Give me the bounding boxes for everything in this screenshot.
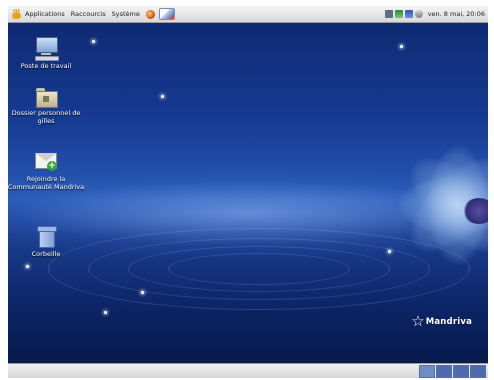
network-icon[interactable]: [394, 10, 403, 18]
computer-icon: [34, 37, 59, 61]
workspace-4[interactable]: [470, 365, 486, 378]
desktop-icon-home[interactable]: Dossier personnel de gilles: [8, 88, 88, 125]
foot-icon[interactable]: [11, 8, 22, 20]
home-folder-icon: [35, 88, 58, 108]
wallpaper-star: [161, 95, 164, 98]
desktop-icon-label: Poste de travail: [20, 62, 72, 70]
desktop-icon-label: Dossier personnel de gilles: [11, 109, 81, 125]
wallpaper-star: [141, 291, 144, 294]
system-tray: ven. 8 mai, 20:06: [384, 10, 485, 18]
workspace-1[interactable]: [419, 365, 435, 378]
flower-core: [462, 198, 488, 224]
wallpaper-ring: [168, 253, 350, 285]
workspace-2[interactable]: [436, 365, 452, 378]
bottom-panel: [8, 363, 488, 378]
join-community-icon: +: [34, 150, 58, 172]
volume-icon[interactable]: [414, 10, 423, 18]
mandriva-logo: ☆ Mandriva: [411, 314, 472, 329]
screen: Applications Raccourcis Système ven. 8 m…: [0, 0, 494, 380]
workspace-switcher: [419, 365, 486, 378]
web-browser-icon[interactable]: [145, 9, 155, 19]
wallpaper-star: [104, 311, 107, 314]
brand-name: Mandriva: [425, 316, 472, 327]
update-icon[interactable]: [404, 10, 413, 18]
desktop-icon-trash[interactable]: Corbeille: [8, 225, 88, 258]
mail-client-icon[interactable]: [158, 8, 175, 20]
trash-icon: [37, 225, 57, 248]
mandriva-star-icon: ☆: [411, 312, 425, 330]
top-panel: Applications Raccourcis Système ven. 8 m…: [8, 6, 488, 23]
desktop-icon-label: Rejoindre la Communauté Mandriva: [8, 175, 85, 191]
wallpaper-star: [92, 40, 95, 43]
desktop-icon-computer[interactable]: Poste de travail: [8, 37, 88, 70]
menu-places[interactable]: Raccourcis: [71, 10, 106, 18]
printer-icon[interactable]: [384, 10, 393, 18]
workspace-3[interactable]: [453, 365, 469, 378]
menu-applications[interactable]: Applications: [25, 10, 65, 18]
menu-system[interactable]: Système: [112, 10, 140, 18]
wallpaper-star: [26, 265, 29, 268]
desktop-icon-label: Corbeille: [31, 250, 61, 258]
main-menu: Applications Raccourcis Système: [11, 8, 179, 20]
desktop-icon-community[interactable]: + Rejoindre la Communauté Mandriva: [8, 150, 88, 191]
desktop[interactable]: Poste de travail Dossier personnel de gi…: [8, 23, 488, 363]
wallpaper-star: [400, 45, 403, 48]
clock[interactable]: ven. 8 mai, 20:06: [428, 10, 485, 18]
